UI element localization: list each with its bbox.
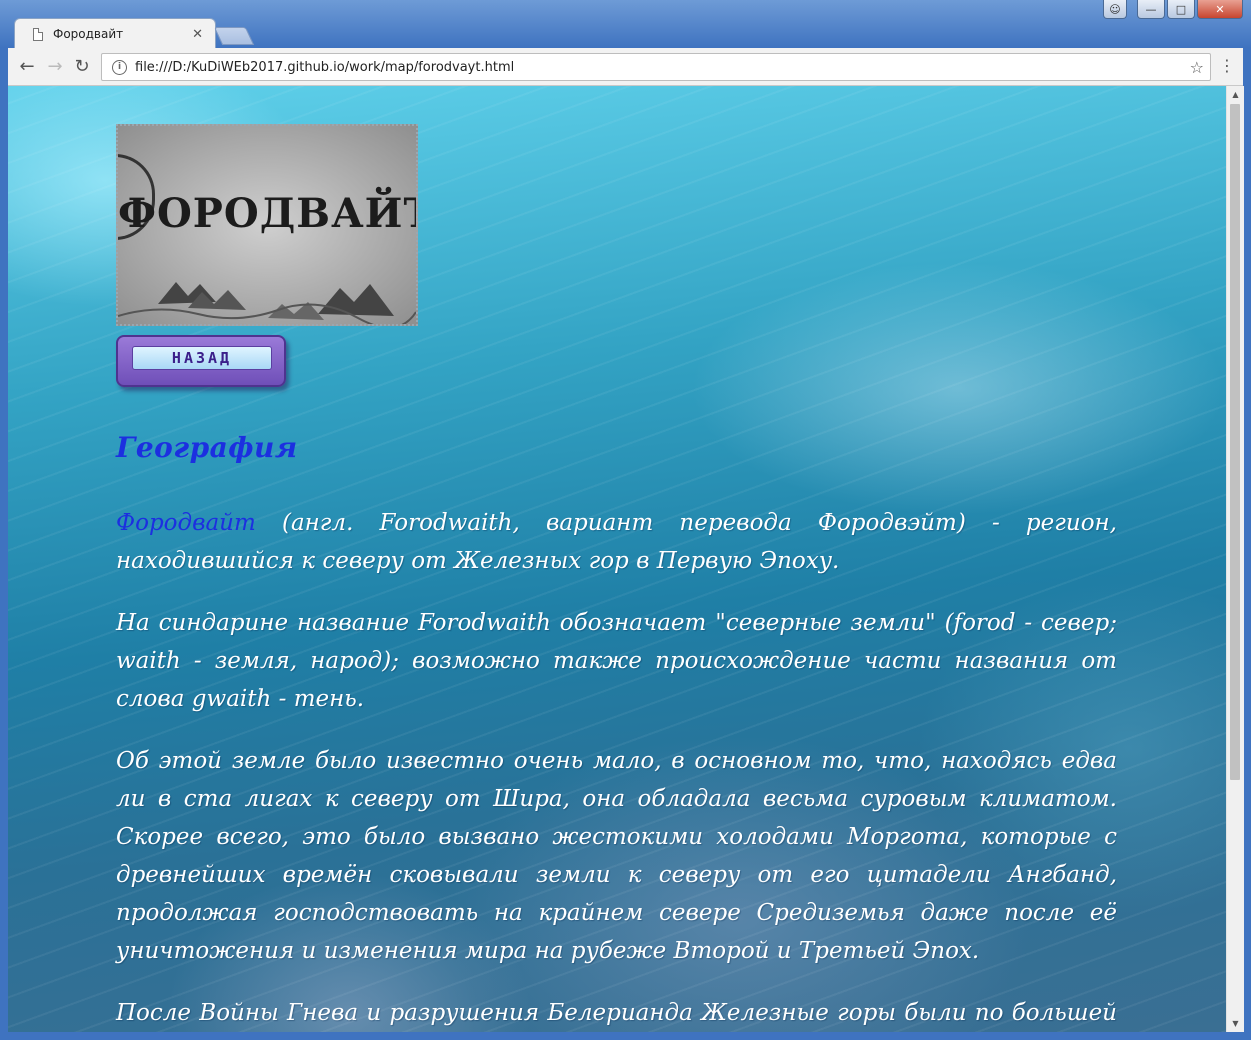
back-button-label[interactable]: НАЗАД (132, 346, 272, 370)
menu-dots-icon[interactable]: ⋮ (1219, 56, 1235, 76)
url-text[interactable]: file:///D:/KuDiWEb2017.github.io/work/ma… (135, 60, 1190, 75)
window-frame-bottom (0, 1032, 1251, 1040)
back-arrow-icon[interactable]: ← (16, 55, 38, 77)
scroll-up-icon[interactable]: ▲ (1227, 86, 1244, 103)
window-controls: ☺ — □ ✕ (1103, 0, 1243, 21)
section-heading: География (116, 431, 298, 464)
back-button[interactable]: НАЗАД (116, 335, 286, 387)
new-tab-button[interactable] (213, 27, 255, 45)
tab-title: Фородвайт (53, 27, 124, 41)
browser-toolbar: ← → ↻ i file:///D:/KuDiWEb2017.github.io… (8, 48, 1243, 86)
paragraph-2: На синдарине название Forodwaith обознач… (116, 610, 1117, 712)
forward-arrow-icon[interactable]: → (44, 55, 66, 77)
close-window-button[interactable]: ✕ (1197, 0, 1243, 19)
maximize-button[interactable]: □ (1167, 0, 1195, 19)
region-logo-image: ФОРОДВАЙТ (116, 124, 418, 326)
bookmark-star-icon[interactable]: ☆ (1190, 58, 1204, 77)
paragraph-4: После Войны Гнева и разрушения Белерианд… (116, 1000, 1117, 1026)
logo-title: ФОРОДВАЙТ (118, 190, 418, 237)
vertical-scrollbar[interactable]: ▲ ▼ (1226, 86, 1244, 1032)
window-frame-left (0, 48, 8, 1032)
page-icon (33, 27, 43, 41)
mountains-icon (118, 282, 416, 324)
browser-tab[interactable]: Фородвайт ✕ (14, 18, 216, 49)
window-frame-right (1243, 48, 1251, 1032)
reload-icon[interactable]: ↻ (71, 55, 93, 77)
region-term: Фородвайт (116, 510, 256, 536)
paragraph-1-text: (англ. Forodwaith, вариант перевода Форо… (116, 510, 1117, 574)
page-viewport: ФОРОДВАЙТ НАЗАД География Фородвайт (анг… (8, 86, 1226, 1032)
tab-close-icon[interactable]: ✕ (192, 27, 203, 42)
paragraph-1: Фородвайт (англ. Forodwaith, вариант пер… (116, 504, 1117, 580)
info-icon[interactable]: i (112, 59, 127, 75)
window-titlebar: ☺ — □ ✕ Фородвайт ✕ (0, 0, 1251, 49)
user-icon[interactable]: ☺ (1103, 0, 1127, 19)
paragraph-3: Об этой земле было известно очень мало, … (116, 748, 1117, 964)
scrollbar-thumb[interactable] (1230, 104, 1240, 780)
page-content: ФОРОДВАЙТ НАЗАД География Фородвайт (анг… (116, 124, 1117, 1032)
minimize-button[interactable]: — (1137, 0, 1165, 19)
address-bar[interactable]: i file:///D:/KuDiWEb2017.github.io/work/… (101, 53, 1211, 81)
scroll-down-icon[interactable]: ▼ (1227, 1015, 1244, 1032)
